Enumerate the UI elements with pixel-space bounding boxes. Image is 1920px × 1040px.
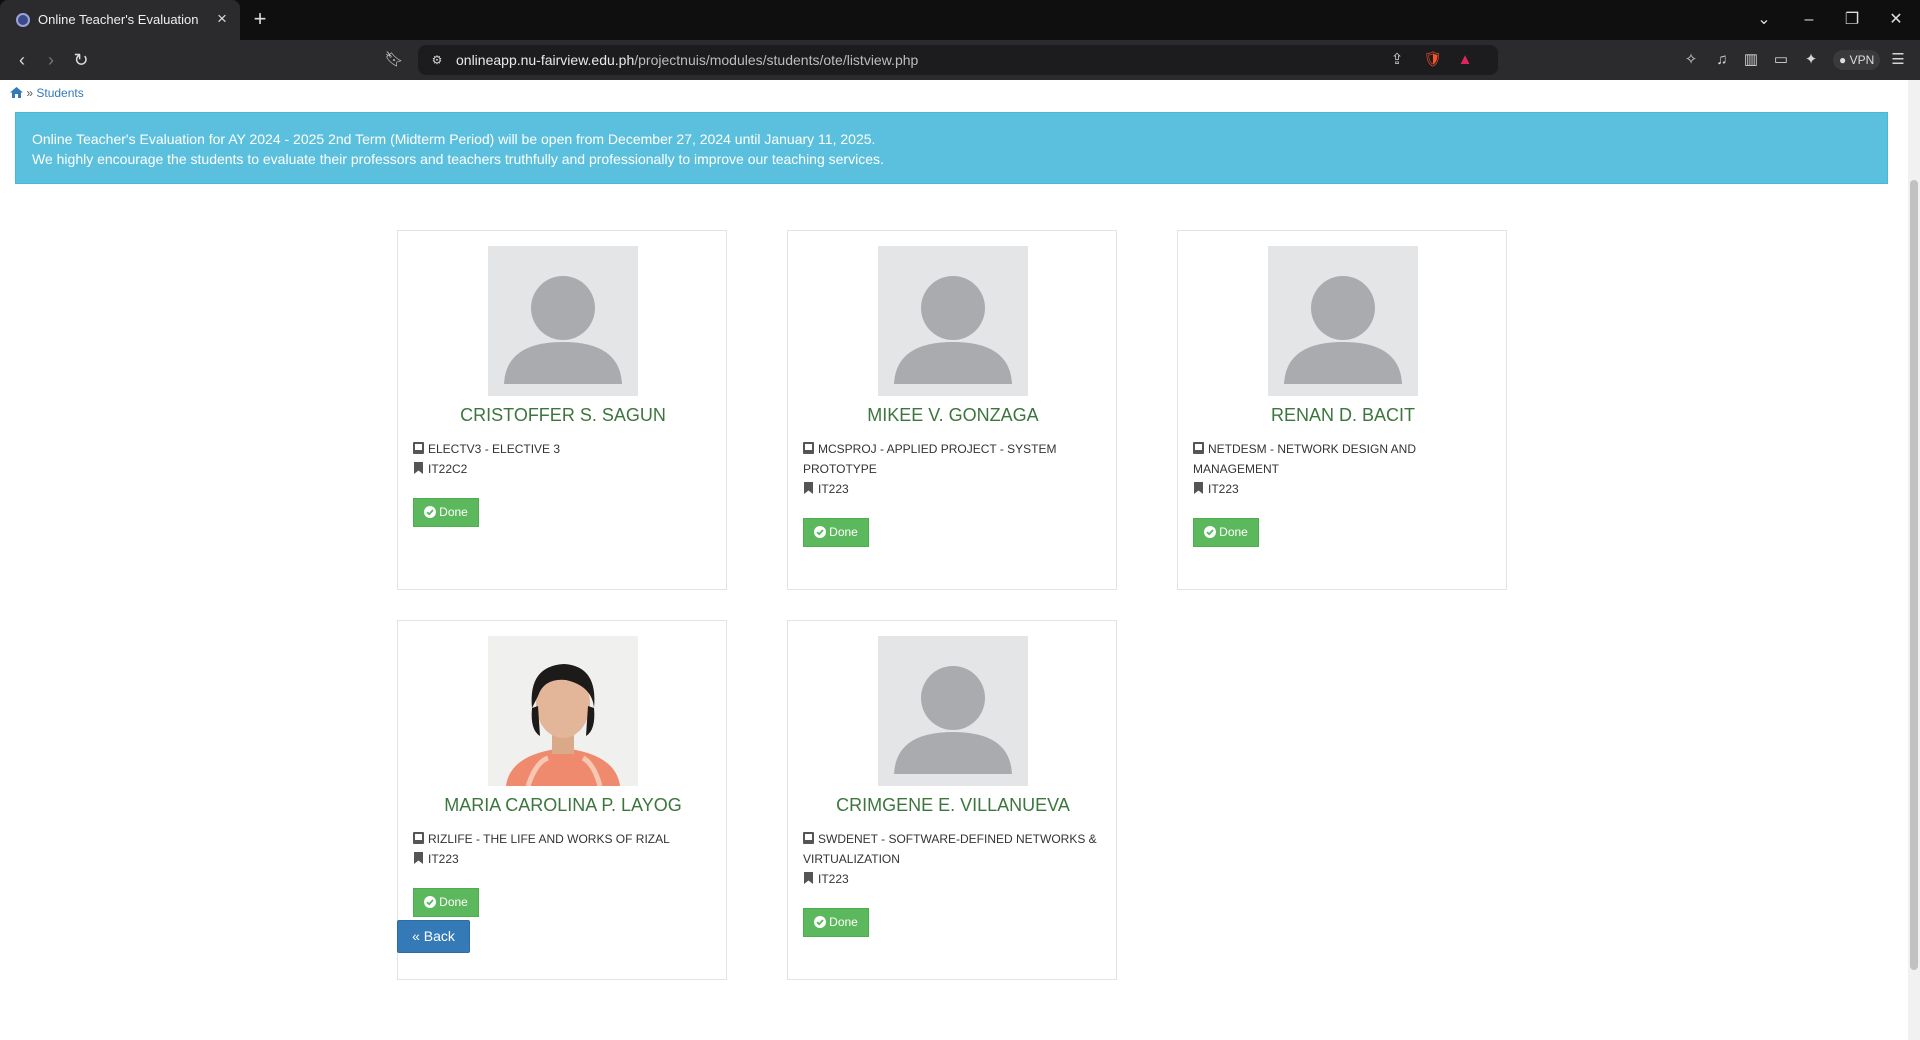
home-icon[interactable] [10,87,23,98]
section-text: IT223 [818,872,849,886]
tab-search-chevron-icon[interactable]: ⌄ [1750,8,1778,32]
sidebar-icon[interactable]: ▥ [1740,49,1762,71]
done-button[interactable]: Done [803,908,869,937]
page-scrollbar[interactable] [1908,80,1920,1040]
reload-icon[interactable]: ↻ [68,48,94,72]
check-circle-icon [814,916,827,928]
share-icon[interactable]: ⇪ [1386,49,1408,71]
course-info: NETDESM - NETWORK DESIGN AND MANAGEMENT … [1193,439,1493,499]
wallet-icon[interactable]: ▭ [1770,49,1792,71]
back-arrow-icon[interactable]: ‹ [9,48,35,72]
close-window-button[interactable]: ✕ [1882,8,1910,32]
professor-name: MARIA CAROLINA P. LAYOG [444,795,682,815]
check-circle-icon [424,896,437,908]
done-button[interactable]: Done [1193,518,1259,547]
professor-photo [488,636,638,786]
subject-text-continued: VIRTUALIZATION [803,852,900,866]
address-bar[interactable]: ⚙ onlineapp.nu-fairview.edu.ph/projectnu… [418,45,1498,75]
brave-rewards-icon[interactable]: ▲ [1454,49,1476,71]
breadcrumb-students-link[interactable]: Students [36,86,83,100]
avatar-placeholder-icon [878,636,1028,786]
done-button[interactable]: Done [803,518,869,547]
bookmark-tag-icon [804,482,813,494]
forward-arrow-icon[interactable]: › [38,48,64,72]
done-button[interactable]: Done [413,888,479,917]
subject-text: NETDESM - NETWORK DESIGN AND [1208,442,1417,456]
course-info: SWDENET - SOFTWARE-DEFINED NETWORKS & VI… [803,829,1103,889]
extensions-icon[interactable]: ✧ [1680,49,1702,71]
page-content: » Students Online Teacher's Evaluation f… [0,80,1908,1040]
section-text: IT223 [818,482,849,496]
course-info: MCSPROJ - APPLIED PROJECT - SYSTEM PROTO… [803,439,1103,499]
bookmark-icon[interactable]: 🔖︎ [383,49,405,71]
course-info: ELECTV3 - ELECTIVE 3 IT22C2 [413,439,713,479]
scrollbar-thumb[interactable] [1910,180,1918,970]
vpn-button[interactable]: ● VPN [1833,50,1881,70]
course-info: RIZLIFE - THE LIFE AND WORKS OF RIZAL IT… [413,829,713,869]
professor-card: RENAN D. BACIT NETDESM - NETWORK DESIGN … [1177,230,1507,590]
site-favicon-icon [16,13,30,27]
book-icon [803,442,814,454]
url-text: onlineapp.nu-fairview.edu.ph/projectnuis… [456,52,919,68]
evaluation-notice-alert: Online Teacher's Evaluation for AY 2024 … [15,112,1888,184]
subject-text-continued: PROTOTYPE [803,462,877,476]
back-button[interactable]: « Back [397,920,470,953]
professor-name: MIKEE V. GONZAGA [867,405,1039,425]
book-icon [413,832,424,844]
brave-shields-icon[interactable]: 🛡︎ [1422,49,1444,71]
browser-tab-active[interactable]: Online Teacher's Evaluation | NU × [0,0,240,40]
done-button[interactable]: Done [413,498,479,527]
book-icon [413,442,424,454]
browser-tab-bar: Online Teacher's Evaluation | NU × + ⌄ –… [0,0,1920,40]
subject-text: SWDENET - SOFTWARE-DEFINED NETWORKS & [818,832,1097,846]
double-chevron-left-icon: « [412,928,420,944]
restore-button[interactable]: ❐ [1838,8,1866,32]
professor-name: RENAN D. BACIT [1270,405,1416,425]
subject-text-continued: MANAGEMENT [1193,462,1280,476]
book-icon [803,832,814,844]
new-tab-button[interactable]: + [248,8,272,32]
menu-icon[interactable]: ☰ [1887,49,1909,71]
minimize-button[interactable]: – [1795,8,1823,32]
subject-text: ELECTV3 - ELECTIVE 3 [428,442,561,456]
bookmark-tag-icon [414,462,423,474]
section-text: IT22C2 [428,462,468,476]
professor-card: MIKEE V. GONZAGA MCSPROJ - APPLIED PROJE… [787,230,1117,590]
avatar-placeholder-icon [1268,246,1418,396]
breadcrumb: » Students [10,86,84,100]
professor-name: CRISTOFFER S. SAGUN [460,405,666,425]
professor-card: CRIMGENE E. VILLANUEVA SWDENET - SOFTWAR… [787,620,1117,980]
section-text: IT223 [1208,482,1239,496]
avatar-placeholder-icon [488,246,638,396]
book-icon [1193,442,1204,454]
media-icon[interactable]: ♫ [1711,49,1733,71]
breadcrumb-separator: » [26,86,34,100]
bookmark-tag-icon [414,852,423,864]
leo-ai-icon[interactable]: ✦ [1800,49,1822,71]
professor-name: CRIMGENE E. VILLANUEVA [836,795,1070,815]
professor-card: CRISTOFFER S. SAGUN ELECTV3 - ELECTIVE 3… [397,230,727,590]
site-settings-icon[interactable]: ⚙ [426,49,448,71]
check-circle-icon [424,506,437,518]
section-text: IT223 [428,852,459,866]
avatar-placeholder-icon [878,246,1028,396]
bookmark-tag-icon [1194,482,1203,494]
bookmark-tag-icon [804,872,813,884]
tab-close-icon[interactable]: × [212,9,232,29]
check-circle-icon [814,526,827,538]
subject-text: RIZLIFE - THE LIFE AND WORKS OF RIZAL [428,832,670,846]
subject-text: MCSPROJ - APPLIED PROJECT - SYSTEM [818,442,1057,456]
alert-line-1: Online Teacher's Evaluation for AY 2024 … [32,131,876,147]
alert-line-2: We highly encourage the students to eval… [32,151,884,167]
tab-title: Online Teacher's Evaluation | NU [38,12,203,27]
check-circle-icon [1204,526,1217,538]
